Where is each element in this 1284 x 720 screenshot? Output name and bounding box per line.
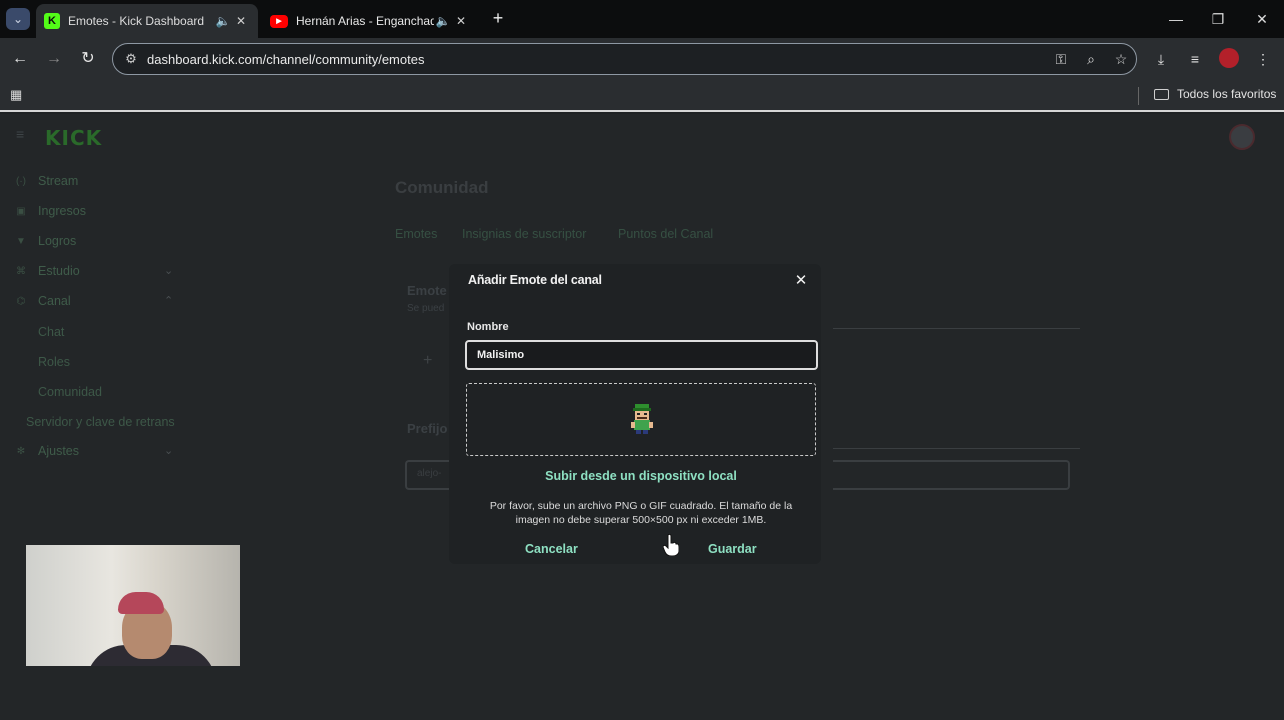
modal-title: Añadir Emote del canal [468, 273, 602, 287]
studio-icon: ⌘ [16, 265, 26, 277]
browser-tabstrip: ⌄ K Emotes - Kick Dashboard 🔈 ✕ ▶ Hernán… [0, 0, 1284, 38]
emotes-card-title: Emote [407, 283, 447, 298]
sidebar-item-servidor[interactable]: Servidor y clave de retrans [26, 415, 175, 429]
sidebar-item-label: Canal [38, 294, 71, 308]
chevron-down-icon[interactable]: ⌄ [164, 264, 173, 277]
media-controls-icon[interactable]: ≡ [1184, 48, 1206, 70]
tab-emotes[interactable]: Emotes [395, 227, 437, 241]
chevron-up-icon[interactable]: ⌃ [164, 294, 173, 307]
tab-title: Emotes - Kick Dashboard [68, 14, 205, 28]
tab-insignias[interactable]: Insignias de suscriptor [462, 227, 586, 241]
add-emote-icon[interactable]: + [423, 352, 432, 370]
emotes-card-subtitle: Se pued [407, 303, 445, 314]
screen: ⌄ K Emotes - Kick Dashboard 🔈 ✕ ▶ Hernán… [0, 0, 1284, 720]
tab-title: Hernán Arias - Enganchado [296, 14, 434, 28]
speaker-icon[interactable]: 🔈 [434, 14, 452, 28]
tab-youtube[interactable]: ▶ Hernán Arias - Enganchado 🔈 ✕ [262, 4, 478, 38]
prefix-input-end[interactable] [833, 460, 1070, 490]
kick-logo[interactable]: KICK [45, 126, 102, 150]
youtube-favicon-icon: ▶ [270, 14, 288, 28]
bookmark-star-icon[interactable]: ☆ [1106, 51, 1136, 68]
minimize-icon[interactable]: — [1164, 8, 1188, 30]
stream-icon: (·) [16, 175, 26, 187]
back-icon[interactable]: ← [9, 48, 31, 70]
prefix-label: Prefijo [407, 421, 448, 436]
tab-puntos[interactable]: Puntos del Canal [618, 227, 713, 241]
emote-preview-image [631, 404, 653, 434]
sidebar-item-comunidad[interactable]: Comunidad [38, 385, 102, 399]
cancel-button[interactable]: Cancelar [525, 542, 578, 556]
sidebar-item-label: Ajustes [38, 444, 79, 458]
new-tab-icon[interactable]: + [488, 8, 508, 29]
address-bar[interactable]: ⚙ dashboard.kick.com/channel/community/e… [112, 43, 1137, 75]
sidebar-item-logros[interactable]: ▼ Logros [14, 234, 76, 248]
site-info-icon[interactable]: ⚙ [121, 51, 141, 67]
extension-avatar[interactable] [1219, 48, 1239, 68]
sidebar-item-label: Stream [38, 174, 79, 188]
channel-icon: ⌬ [16, 295, 26, 307]
sidebar-item-stream[interactable]: (·) Stream [14, 174, 78, 188]
sidebar-item-estudio[interactable]: ⌘ Estudio [14, 264, 80, 278]
webcam-person-cap [118, 592, 164, 614]
close-tab-icon[interactable]: ✕ [452, 14, 470, 28]
zoom-icon[interactable]: ⌕ [1076, 51, 1106, 68]
divider [833, 448, 1080, 449]
reload-icon[interactable]: ↻ [77, 48, 99, 70]
sidebar-item-ingresos[interactable]: ▣ Ingresos [14, 204, 86, 218]
sidebar-item-label: Estudio [38, 264, 80, 278]
upload-help-text: Por favor, sube un archivo PNG o GIF cua… [489, 500, 793, 526]
name-label: Nombre [467, 321, 509, 333]
user-avatar[interactable] [1229, 124, 1255, 150]
download-icon[interactable]: ⤓ [1150, 48, 1172, 70]
password-key-icon[interactable]: ⚿ [1046, 51, 1076, 68]
chevron-down-icon[interactable]: ⌄ [164, 444, 173, 457]
sidebar-item-chat[interactable]: Chat [38, 325, 64, 339]
tab-kick-dashboard[interactable]: K Emotes - Kick Dashboard 🔈 ✕ [36, 4, 258, 38]
speaker-icon[interactable]: 🔈 [214, 14, 232, 28]
folder-icon [1154, 88, 1169, 100]
revenue-icon: ▣ [16, 205, 26, 217]
sidebar-item-label: Logros [38, 234, 77, 248]
webcam-overlay [26, 545, 240, 666]
close-window-icon[interactable]: ✕ [1250, 8, 1274, 30]
forward-icon[interactable]: → [43, 48, 65, 70]
divider [833, 328, 1080, 329]
bookmarks-bar: ▦ Todos los favoritos [0, 80, 1284, 112]
sidebar-item-canal[interactable]: ⌬ Canal [14, 294, 71, 308]
sidebar-item-ajustes[interactable]: ✻ Ajustes [14, 444, 79, 458]
prefix-value: alejo- [417, 468, 442, 479]
sidebar-item-label: Ingresos [38, 204, 86, 218]
apps-grid-icon[interactable]: ▦ [10, 87, 26, 103]
upload-local-link[interactable]: Subir desde un dispositivo local [466, 469, 816, 483]
kick-favicon-icon: K [44, 13, 60, 29]
gear-icon: ✻ [16, 445, 26, 457]
close-icon[interactable]: ✕ [793, 273, 809, 289]
close-tab-icon[interactable]: ✕ [232, 14, 250, 28]
trophy-icon: ▼ [16, 235, 26, 247]
all-bookmarks-folder[interactable]: Todos los favoritos [1154, 87, 1276, 101]
kebab-menu-icon[interactable]: ⋮ [1252, 48, 1274, 70]
hand-cursor-icon [663, 534, 679, 556]
sidebar-item-roles[interactable]: Roles [38, 355, 70, 369]
emote-name-input[interactable] [465, 340, 818, 370]
restore-icon[interactable]: ❐ [1206, 8, 1230, 30]
page-title: Comunidad [395, 178, 489, 197]
all-bookmarks-label: Todos los favoritos [1177, 87, 1277, 101]
url-text[interactable]: dashboard.kick.com/channel/community/emo… [147, 52, 1046, 67]
hamburger-menu-icon[interactable]: ≡ [16, 127, 30, 141]
save-button[interactable]: Guardar [708, 542, 757, 556]
tab-search-chevron-icon[interactable]: ⌄ [6, 8, 30, 30]
bookmarks-separator [1138, 87, 1139, 105]
browser-toolbar: ← → ↻ ⚙ dashboard.kick.com/channel/commu… [0, 38, 1284, 80]
